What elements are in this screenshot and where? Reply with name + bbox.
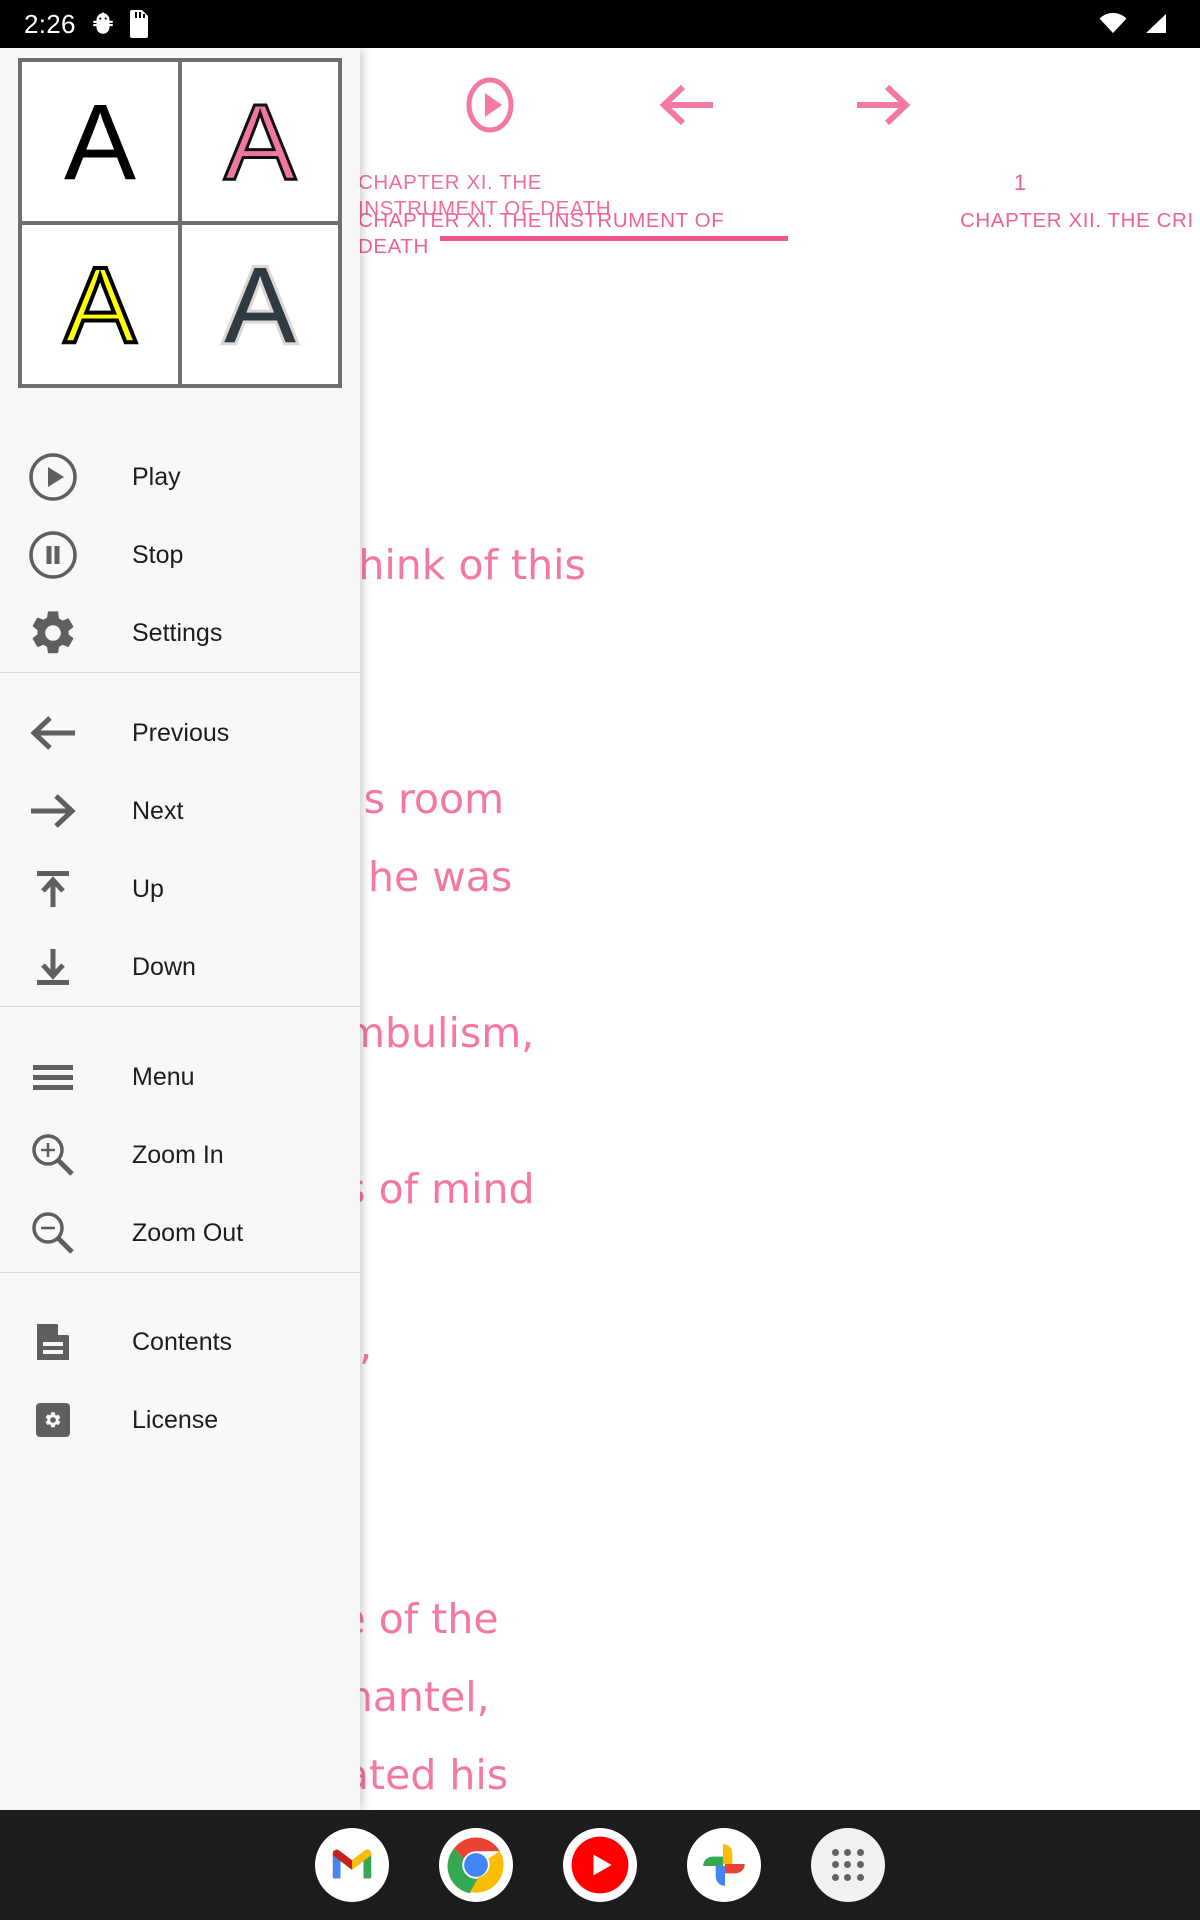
- dock-app-gmail[interactable]: [315, 1828, 389, 1902]
- font-style-plain[interactable]: A: [22, 62, 178, 221]
- home-dock: [0, 1810, 1200, 1920]
- font-style-pink-outline[interactable]: A: [182, 62, 338, 221]
- gear-icon: [22, 602, 84, 664]
- dot: [844, 1861, 852, 1869]
- google-photos-icon: [703, 1844, 745, 1886]
- drawer-item-up[interactable]: Up: [0, 850, 360, 928]
- status-left-icons: [90, 10, 150, 38]
- dock-app-youtube[interactable]: [563, 1828, 637, 1902]
- arrow-left-icon: [22, 702, 84, 764]
- tab-selected-indicator: [440, 236, 788, 241]
- chrome-icon: [447, 1837, 504, 1894]
- font-style-grid[interactable]: A A A A: [18, 58, 342, 388]
- play-circle-icon: [466, 77, 514, 133]
- drawer-group-info: Contents License: [0, 1303, 360, 1459]
- status-right-icons: [1098, 12, 1170, 36]
- drawer-item-label: License: [132, 1405, 219, 1434]
- arrow-left-icon: [659, 84, 713, 126]
- font-style-yellow-outline[interactable]: A: [22, 225, 178, 384]
- drawer-group-playback: Play Stop Settings: [0, 438, 360, 673]
- toolbar-previous-button[interactable]: [652, 70, 722, 140]
- drawer-item-stop[interactable]: Stop: [0, 516, 360, 594]
- magnifier-minus-icon: [22, 1202, 84, 1264]
- drawer-divider: [0, 1272, 360, 1273]
- wifi-icon: [1099, 12, 1127, 33]
- drawer-item-label: Up: [132, 874, 164, 903]
- drawer-group-navigation: Previous Next Up Down: [0, 694, 360, 1007]
- dot: [844, 1848, 852, 1856]
- dot: [831, 1861, 839, 1869]
- drawer-item-label: Zoom In: [132, 1140, 224, 1169]
- drawer-item-label: Next: [132, 796, 184, 825]
- dock-app-drawer-button[interactable]: [811, 1828, 885, 1902]
- tab-chapter-xii[interactable]: CHAPTER XII. THE CRI: [960, 198, 1200, 278]
- dot: [857, 1848, 865, 1856]
- drawer-item-next[interactable]: Next: [0, 772, 360, 850]
- drawer-item-contents[interactable]: Contents: [0, 1303, 360, 1381]
- dot: [857, 1874, 865, 1882]
- dot: [844, 1874, 852, 1882]
- toolbar-next-button[interactable]: [848, 70, 918, 140]
- dot: [831, 1874, 839, 1882]
- hamburger-menu-icon: [22, 1046, 84, 1108]
- drawer-item-label: Down: [132, 952, 196, 981]
- drawer-item-label: Contents: [132, 1327, 233, 1356]
- dot: [831, 1848, 839, 1856]
- font-style-dark-shadow[interactable]: A: [182, 225, 338, 384]
- android-bug-icon: [93, 12, 113, 34]
- document-icon: [22, 1311, 84, 1373]
- drawer-item-label: Play: [132, 462, 181, 491]
- drawer-group-view: Menu Zoom In Zoom Out: [0, 1038, 360, 1273]
- magnifier-plus-icon: [22, 1124, 84, 1186]
- status-clock: 2:26: [24, 8, 76, 39]
- play-circle-icon: [22, 446, 84, 508]
- navigation-drawer: A A A A Play Stop Settings Previous Next…: [0, 48, 360, 1810]
- drawer-item-menu[interactable]: Menu: [0, 1038, 360, 1116]
- drawer-divider: [0, 1006, 360, 1007]
- drawer-divider: [0, 672, 360, 673]
- drawer-item-previous[interactable]: Previous: [0, 694, 360, 772]
- arrow-right-icon: [857, 84, 911, 126]
- drawer-item-zoom-out[interactable]: Zoom Out: [0, 1194, 360, 1272]
- toolbar-play-button[interactable]: [455, 70, 525, 140]
- dot: [857, 1861, 865, 1869]
- drawer-item-license[interactable]: License: [0, 1381, 360, 1459]
- vertical-align-top-icon: [22, 858, 84, 920]
- drawer-item-label: Stop: [132, 540, 184, 569]
- drawer-item-down[interactable]: Down: [0, 928, 360, 1006]
- status-bar: 2:26: [0, 0, 1200, 48]
- drawer-item-label: Zoom Out: [132, 1218, 244, 1247]
- cell-signal-icon: [1146, 14, 1166, 33]
- drawer-item-label: Menu: [132, 1062, 195, 1091]
- gmail-icon: [332, 1849, 372, 1879]
- drawer-item-settings[interactable]: Settings: [0, 594, 360, 672]
- arrow-right-icon: [22, 780, 84, 842]
- dock-app-chrome[interactable]: [439, 1828, 513, 1902]
- youtube-icon: [571, 1836, 629, 1894]
- drawer-item-zoom-in[interactable]: Zoom In: [0, 1116, 360, 1194]
- vertical-align-bottom-icon: [22, 936, 84, 998]
- drawer-item-play[interactable]: Play: [0, 438, 360, 516]
- sd-card-icon: [129, 10, 148, 38]
- gear-square-icon: [22, 1389, 84, 1451]
- dock-app-photos[interactable]: [687, 1828, 761, 1902]
- pause-circle-icon: [22, 524, 84, 586]
- drawer-item-label: Settings: [132, 618, 223, 647]
- phone-screen: CHAPTER XI. THE INSTRUMENT OF DEATH CHAP…: [0, 0, 1200, 1920]
- drawer-item-label: Previous: [132, 718, 230, 747]
